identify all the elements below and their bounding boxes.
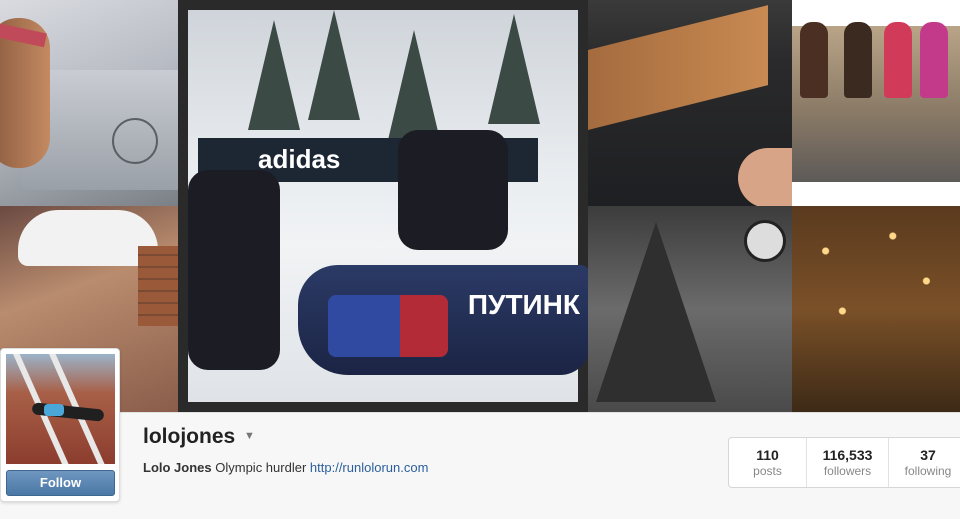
sled-sponsor-text: ПУТИНК [467, 289, 580, 320]
follow-button[interactable]: Follow [6, 470, 115, 496]
sponsor-banner-text: adidas [258, 144, 341, 174]
profile-bio: Lolo Jones Olympic hurdler http://runlol… [143, 460, 428, 475]
photo-tile-arena[interactable] [588, 0, 792, 206]
bobsled-shape: ПУТИНК [298, 265, 588, 375]
photo-tile-selfie-car[interactable] [0, 0, 178, 206]
chevron-down-icon[interactable]: ▼ [244, 430, 255, 442]
tree-shape [308, 10, 360, 120]
person-shape [884, 22, 912, 98]
person-shape [844, 22, 872, 98]
christmas-tree-shape [596, 222, 716, 402]
photo-tile-christmas-color[interactable] [792, 206, 960, 412]
athlete-shape [188, 170, 280, 370]
stat-following[interactable]: 37 following [889, 438, 960, 487]
avatar[interactable] [6, 354, 115, 464]
tree-shape [248, 20, 300, 130]
runner-top-shape [44, 404, 64, 416]
tree-shape [388, 30, 440, 140]
stat-posts-count: 110 [756, 447, 779, 463]
photo-tile-bobsled[interactable]: adidas ПУТИНК [178, 0, 588, 412]
photo-tile-christmas-bw[interactable] [588, 206, 792, 412]
santa-hat-shape [18, 210, 158, 266]
profile-stats: 110 posts 116,533 followers 37 following [728, 437, 960, 488]
photo-tile-group[interactable] [792, 0, 960, 206]
stat-posts[interactable]: 110 posts [729, 438, 807, 487]
tree-shape [488, 14, 540, 124]
profile-username: lolojones [143, 425, 236, 448]
stat-followers[interactable]: 116,533 followers [807, 438, 889, 487]
clock-shape [744, 220, 786, 262]
foot-shape [738, 148, 792, 206]
profile-website-link[interactable]: http://runlolorun.com [310, 460, 429, 475]
person-shape [800, 22, 828, 98]
profile-card: Follow [0, 348, 120, 502]
usa-flag-graphic [328, 295, 448, 357]
court-shape [588, 5, 768, 135]
profile-bio-text: Olympic hurdler [215, 460, 307, 475]
profile-full-name: Lolo Jones [143, 460, 212, 475]
brick-wall-shape [138, 246, 178, 326]
stat-followers-count: 116,533 [822, 447, 873, 463]
stat-followers-label: followers [823, 464, 872, 478]
athlete-shape [398, 130, 508, 250]
person-shape [920, 22, 948, 98]
stat-following-count: 37 [920, 447, 936, 463]
stat-following-label: following [904, 464, 952, 478]
photo-bobsled: adidas ПУТИНК [188, 10, 588, 402]
olympic-emblem [112, 118, 158, 164]
christmas-lights [792, 206, 960, 356]
photo-group [792, 22, 960, 182]
stat-posts-label: posts [753, 464, 782, 478]
